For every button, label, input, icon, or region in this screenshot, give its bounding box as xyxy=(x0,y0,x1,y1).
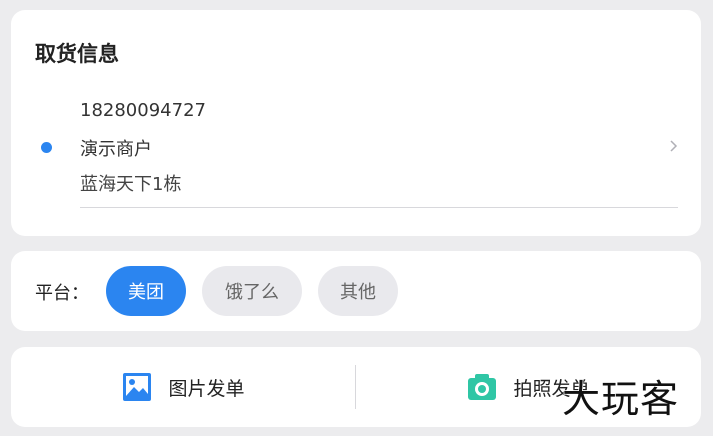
contact-phone: 18280094727 xyxy=(80,100,206,121)
merchant-name: 演示商户 xyxy=(80,139,152,160)
divider xyxy=(80,207,678,208)
chevron-right-icon xyxy=(670,140,678,152)
image-order-label: 图片发单 xyxy=(168,377,245,400)
card-title: 取货信息 xyxy=(35,42,119,66)
pickup-address: 蓝海天下1栋 xyxy=(80,174,182,195)
watermark: 大玩客 xyxy=(561,376,680,422)
platform-card: 平台： 美团 饿了么 其他 xyxy=(11,251,701,331)
camera-icon xyxy=(468,374,497,400)
image-order-button[interactable]: 图片发单 xyxy=(11,347,356,427)
platform-option-meituan[interactable]: 美团 xyxy=(106,266,186,316)
location-dot-icon xyxy=(41,142,52,153)
pickup-info-card: 取货信息 18280094727 演示商户 蓝海天下1栋 xyxy=(11,10,701,236)
pickup-address-row[interactable]: 18280094727 演示商户 蓝海天下1栋 xyxy=(11,90,701,210)
image-icon xyxy=(123,373,152,401)
platform-option-eleme[interactable]: 饿了么 xyxy=(202,266,302,316)
platform-label: 平台： xyxy=(35,283,89,304)
platform-option-other[interactable]: 其他 xyxy=(318,266,398,316)
